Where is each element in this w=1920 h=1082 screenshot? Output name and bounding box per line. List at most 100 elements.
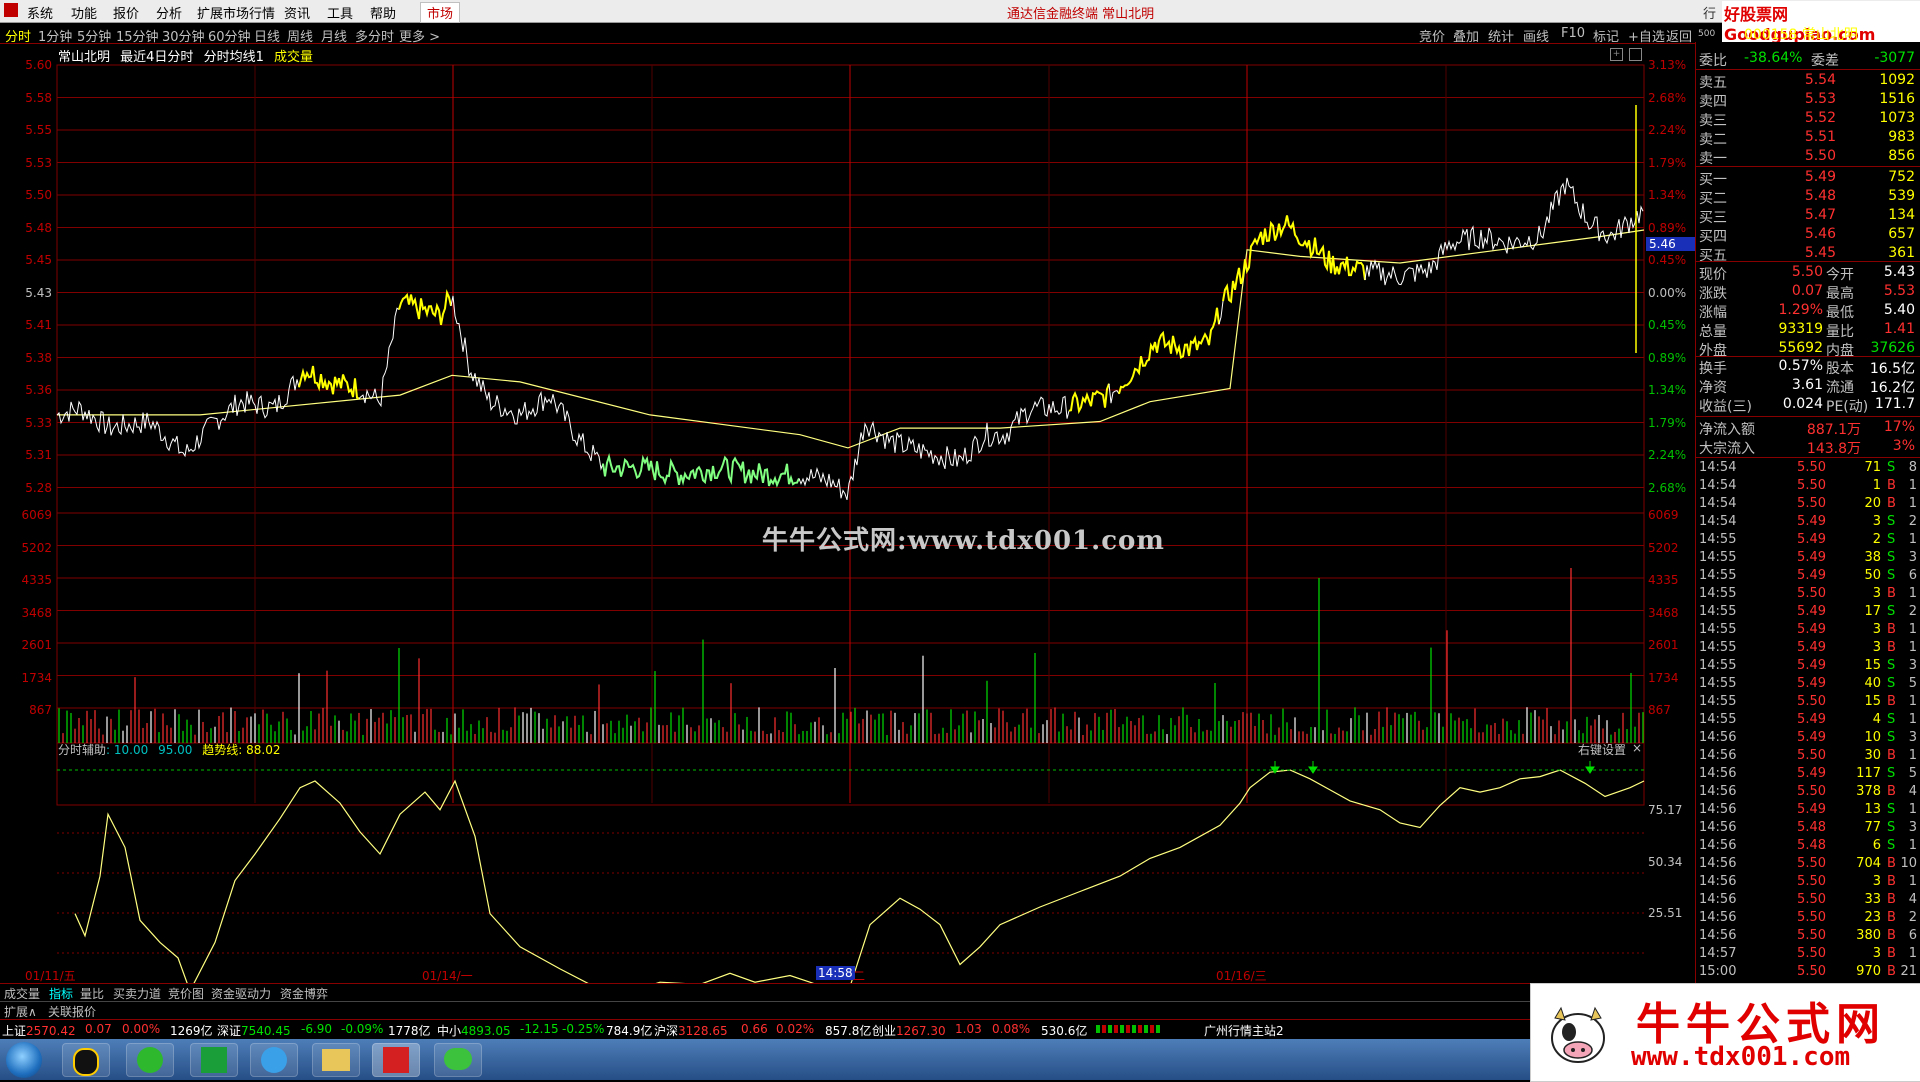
tab-fund-drive[interactable]: 资金驱动力 — [211, 985, 271, 1002]
price-line-segment — [398, 289, 452, 326]
stock-app-icon[interactable] — [190, 1043, 238, 1077]
qq-icon[interactable] — [62, 1043, 110, 1077]
order-level-label: 买五 — [1699, 248, 1727, 264]
menu-help[interactable]: 帮助 — [370, 3, 396, 22]
volume-tick-left-3: 3468 — [21, 605, 52, 620]
volume-tick-left-1: 5202 — [21, 540, 52, 555]
ask-row[interactable]: 卖三 5.52 1073 — [1696, 110, 1920, 129]
percent-tick-1: 2.68% — [1648, 90, 1687, 105]
menu-function[interactable]: 功能 — [71, 3, 97, 22]
price-tick-0: 5.60 — [25, 58, 52, 72]
tick-row: 14:55 5.49 38 S 3 — [1696, 550, 1920, 568]
tick-time: 14:56 — [1699, 874, 1737, 889]
tick-volume: 20 — [1864, 496, 1881, 511]
ask-row[interactable]: 卖五 5.54 1092 — [1696, 72, 1920, 91]
tick-count: 10 — [1900, 856, 1917, 871]
cow-mascot-graphic — [1551, 1006, 1605, 1063]
related-quote-tab[interactable]: 关联报价 — [48, 1003, 96, 1020]
browser-icon[interactable] — [126, 1043, 174, 1077]
tick-price: 5.50 — [1797, 892, 1826, 907]
tool-f10[interactable]: F10 — [1561, 26, 1585, 41]
market-breadth-bars — [1096, 1025, 1162, 1033]
order-level-volume: 983 — [1888, 129, 1915, 145]
tick-count: 2 — [1908, 514, 1917, 529]
tick-price: 5.49 — [1797, 532, 1826, 547]
stat-value: 55692 — [1778, 340, 1823, 356]
volume-tick-right-3: 3468 — [1648, 605, 1679, 620]
percent-tick-11: 1.79% — [1648, 415, 1687, 430]
tick-side: B — [1887, 694, 1896, 709]
tick-volume: 3 — [1872, 946, 1881, 961]
tick-side: B — [1887, 784, 1896, 799]
menu-news[interactable]: 资讯 — [284, 3, 310, 22]
tab-volume-ratio[interactable]: 量比 — [80, 985, 104, 1002]
market-button[interactable]: 市场 — [420, 2, 461, 23]
tick-side: B — [1887, 496, 1896, 511]
start-button-icon[interactable] — [6, 1042, 42, 1078]
tab-fund-game[interactable]: 资金博弈 — [280, 985, 328, 1002]
tick-volume: 33 — [1864, 892, 1881, 907]
tick-count: 3 — [1908, 820, 1917, 835]
order-ratio-row: 委比 -38.64% 委差 -3077 — [1696, 50, 1920, 69]
stat-row: 净资 3.61 流通 16.2亿 — [1696, 377, 1920, 396]
server-name[interactable]: 广州行情主站2 — [1204, 1022, 1284, 1039]
tick-row: 15:00 5.50 970 B 21 — [1696, 964, 1920, 982]
tab-auction-chart[interactable]: 竞价图 — [168, 985, 204, 1002]
ask-row[interactable]: 卖一 5.50 856 — [1696, 148, 1920, 167]
bid-row[interactable]: 买一 5.49 752 — [1696, 169, 1920, 188]
order-level-volume: 856 — [1888, 148, 1915, 164]
order-level-label: 卖三 — [1699, 113, 1727, 129]
order-level-volume: 539 — [1888, 188, 1915, 204]
brand-banner: 牛牛公式网 www.tdx001.com — [1530, 983, 1920, 1082]
tick-volume: 50 — [1864, 568, 1881, 583]
tick-price: 5.50 — [1797, 586, 1826, 601]
menu-quote[interactable]: 报价 — [113, 3, 139, 22]
tab-buy-sell-force[interactable]: 买卖力道 — [113, 985, 161, 1002]
order-diff-label: 委差 — [1811, 53, 1839, 69]
ask-row[interactable]: 卖二 5.51 983 — [1696, 129, 1920, 148]
tick-volume: 3 — [1872, 640, 1881, 655]
menu-tools[interactable]: 工具 — [327, 3, 353, 22]
cy-value: 1267.30 — [896, 1024, 946, 1038]
tick-side: S — [1887, 766, 1896, 781]
folder-icon[interactable] — [312, 1043, 360, 1077]
date-label-0116: 01/16/三 — [1216, 969, 1267, 983]
order-diff-value: -3077 — [1874, 50, 1915, 66]
tick-side: S — [1887, 838, 1896, 853]
tdx-terminal-icon[interactable] — [372, 1043, 420, 1077]
date-label-0111: 01/11/五 — [25, 969, 76, 983]
sz-amount: 1778亿 — [388, 1024, 431, 1038]
tick-volume: 970 — [1856, 964, 1881, 979]
tick-row: 14:56 5.49 10 S 3 — [1696, 730, 1920, 748]
tab-indicator[interactable]: 指标 — [49, 985, 73, 1002]
ask-row[interactable]: 卖四 5.53 1516 — [1696, 91, 1920, 110]
bid-row[interactable]: 买四 5.46 657 — [1696, 226, 1920, 245]
bid-row[interactable]: 买三 5.47 134 — [1696, 207, 1920, 226]
tick-volume: 17 — [1864, 604, 1881, 619]
menu-analysis[interactable]: 分析 — [156, 3, 182, 22]
sz-value: 7540.45 — [241, 1024, 291, 1038]
order-level-volume: 657 — [1888, 226, 1915, 242]
menu-extended-market[interactable]: 扩展市场行情 — [197, 3, 275, 22]
corner-tag[interactable]: 行 — [1703, 3, 1716, 22]
indicator-close-icon[interactable]: × — [1632, 741, 1642, 755]
menu-system[interactable]: 系统 — [27, 3, 53, 22]
fund-flow-pct: 3% — [1892, 438, 1915, 454]
intraday-chart[interactable] — [0, 43, 1695, 983]
tick-side: B — [1887, 910, 1896, 925]
fund-flow-value: 887.1万 — [1806, 422, 1861, 438]
tick-price: 5.50 — [1797, 496, 1826, 511]
tab-volume[interactable]: 成交量 — [4, 985, 40, 1002]
tick-row: 14:56 5.48 6 S 1 — [1696, 838, 1920, 856]
order-level-label: 卖二 — [1699, 132, 1727, 148]
tick-price: 5.48 — [1797, 838, 1826, 853]
wechat-icon[interactable] — [434, 1043, 482, 1077]
indicator-markers — [1270, 761, 1595, 774]
extend-toggle[interactable]: 扩展∧ — [4, 1003, 37, 1020]
hs-value: 3128.65 — [678, 1024, 728, 1038]
indicator-settings[interactable]: 右键设置 — [1578, 741, 1626, 758]
cy-pct: 0.08% — [992, 1022, 1031, 1036]
tick-price: 5.49 — [1797, 550, 1826, 565]
bid-row[interactable]: 买二 5.48 539 — [1696, 188, 1920, 207]
messenger-icon[interactable] — [250, 1043, 298, 1077]
